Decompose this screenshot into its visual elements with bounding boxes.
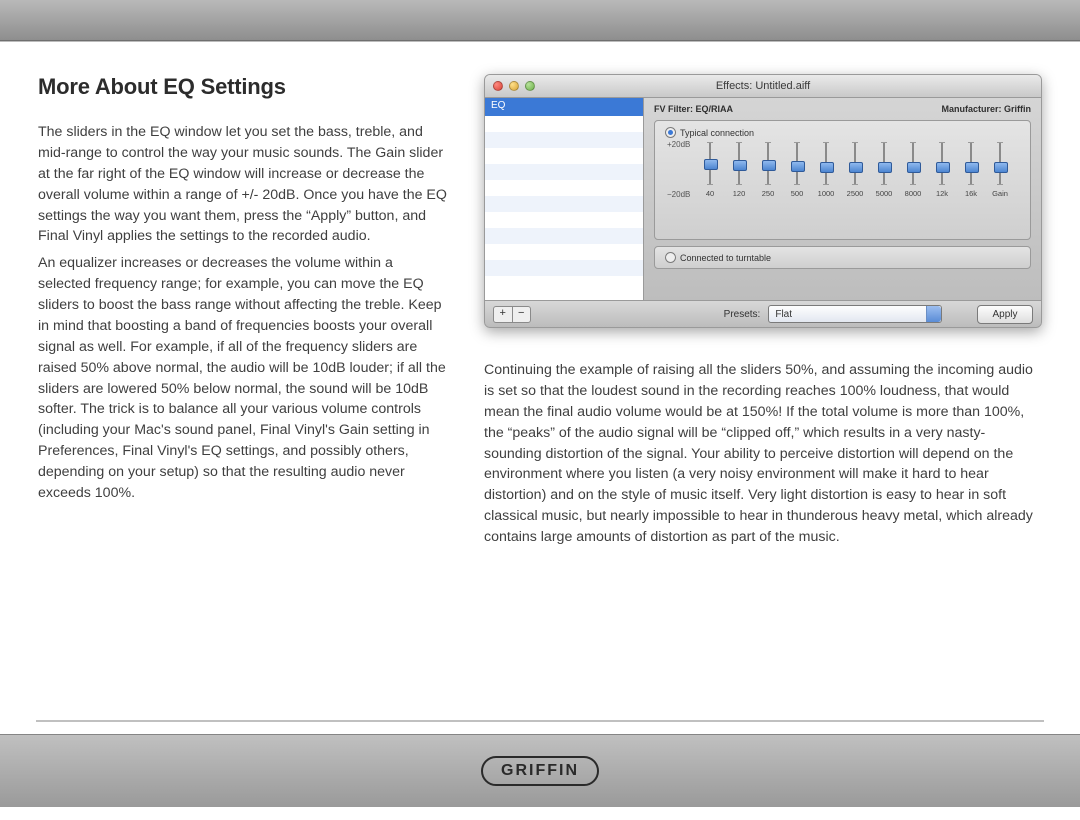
effects-sidebar[interactable]: EQ	[485, 98, 644, 300]
add-button[interactable]: +	[494, 307, 513, 322]
manufacturer-label: Manufacturer: Griffin	[941, 104, 1031, 114]
eq-slider-40[interactable]: 40	[701, 142, 719, 198]
freq-label: Gain	[992, 189, 1008, 198]
freq-label: 1000	[818, 189, 835, 198]
brand-logo: GRIFFIN	[481, 756, 599, 786]
effects-window: Effects: Untitled.aiff EQ FV Filter: EQ/…	[484, 74, 1042, 328]
eq-panel: Typical connection +20dB −20dB 40 120 250 5…	[654, 120, 1031, 240]
radio-connected-turntable[interactable]	[665, 252, 676, 263]
window-title: Effects: Untitled.aiff	[485, 80, 1041, 92]
zoom-icon[interactable]	[525, 81, 535, 91]
body-paragraph: An equalizer increases or decreases the …	[38, 253, 448, 504]
eq-slider-16k[interactable]: 16k	[962, 142, 980, 198]
freq-label: 8000	[905, 189, 922, 198]
freq-label: 250	[762, 189, 775, 198]
radio-label: Typical connection	[680, 128, 754, 138]
freq-label: 16k	[965, 189, 977, 198]
radio-typical-connection[interactable]	[665, 127, 676, 138]
body-paragraph: The sliders in the EQ window let you set…	[38, 122, 448, 247]
footer-separator	[36, 720, 1044, 722]
freq-label: 500	[791, 189, 804, 198]
slider-knob[interactable]	[907, 162, 921, 173]
add-remove-group[interactable]: + −	[493, 306, 531, 323]
freq-label: 12k	[936, 189, 948, 198]
eq-slider-250[interactable]: 250	[759, 142, 777, 198]
slider-knob[interactable]	[849, 162, 863, 173]
eq-slider-12k[interactable]: 12k	[933, 142, 951, 198]
slider-knob[interactable]	[704, 159, 718, 170]
remove-button[interactable]: −	[513, 307, 531, 322]
slider-knob[interactable]	[791, 161, 805, 172]
presets-dropdown[interactable]: Flat	[768, 305, 942, 323]
db-scale-bottom: −20dB	[667, 190, 690, 199]
minimize-icon[interactable]	[509, 81, 519, 91]
preset-selected-value: Flat	[775, 309, 792, 320]
slider-knob[interactable]	[733, 160, 747, 171]
slider-knob[interactable]	[965, 162, 979, 173]
eq-slider-1000[interactable]: 1000	[817, 142, 835, 198]
slider-knob[interactable]	[762, 160, 776, 171]
eq-slider-5000[interactable]: 5000	[875, 142, 893, 198]
radio-label: Connected to turntable	[680, 253, 771, 263]
freq-label: 40	[706, 189, 714, 198]
slider-knob[interactable]	[878, 162, 892, 173]
eq-slider-8000[interactable]: 8000	[904, 142, 922, 198]
presets-label: Presets:	[724, 309, 761, 320]
eq-slider-120[interactable]: 120	[730, 142, 748, 198]
eq-slider-500[interactable]: 500	[788, 142, 806, 198]
freq-label: 2500	[847, 189, 864, 198]
eq-slider-Gain[interactable]: Gain	[991, 142, 1009, 198]
slider-knob[interactable]	[820, 162, 834, 173]
slider-knob[interactable]	[936, 162, 950, 173]
eq-slider-2500[interactable]: 2500	[846, 142, 864, 198]
header-bar	[0, 0, 1080, 41]
db-scale-top: +20dB	[667, 140, 690, 149]
slider-knob[interactable]	[994, 162, 1008, 173]
apply-button[interactable]: Apply	[977, 305, 1033, 324]
body-paragraph: Continuing the example of raising all th…	[484, 360, 1042, 548]
footer-bar: GRIFFIN	[0, 734, 1080, 807]
sidebar-item-eq[interactable]: EQ	[485, 98, 643, 116]
filter-label: FV Filter: EQ/RIAA	[654, 104, 733, 114]
page-title: More About EQ Settings	[38, 74, 448, 100]
freq-label: 5000	[876, 189, 893, 198]
freq-label: 120	[733, 189, 746, 198]
close-icon[interactable]	[493, 81, 503, 91]
window-titlebar[interactable]: Effects: Untitled.aiff	[485, 75, 1041, 98]
